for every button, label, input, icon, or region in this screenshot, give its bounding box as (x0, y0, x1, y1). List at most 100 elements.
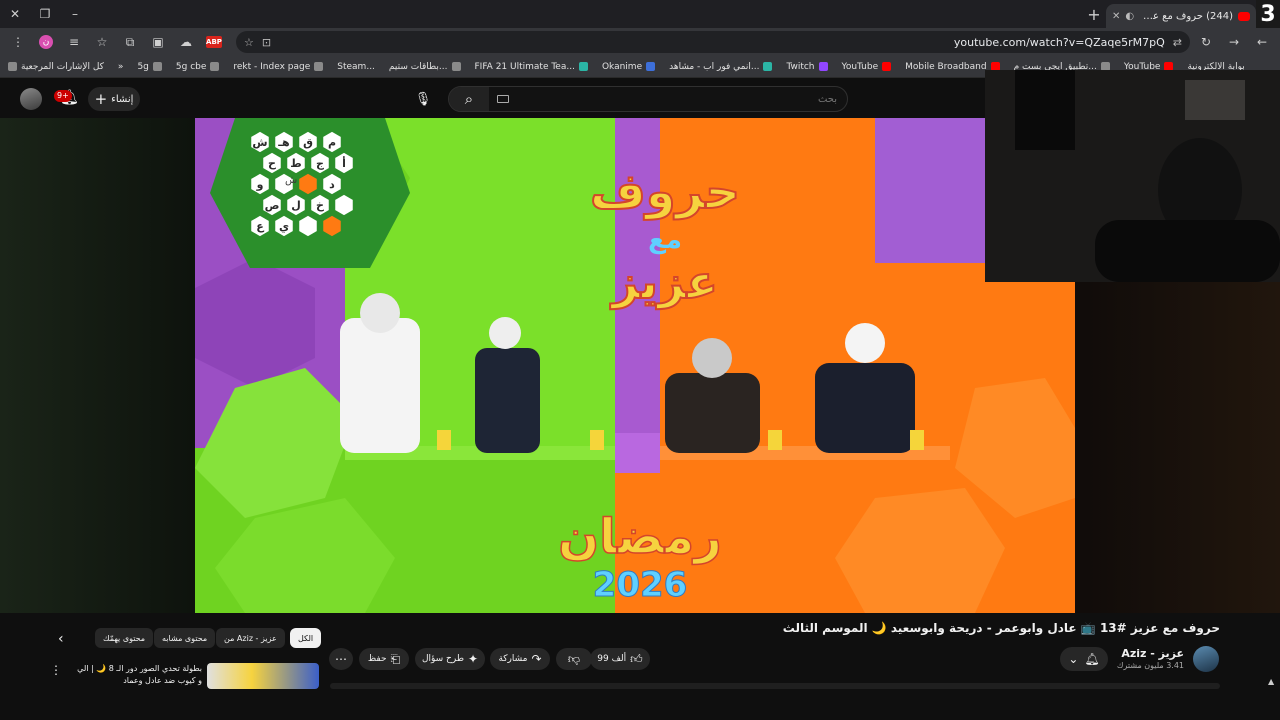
menu-kebab-icon[interactable]: ⋮ (6, 30, 30, 54)
media-icon[interactable]: ◐ (1125, 11, 1134, 22)
close-window-icon[interactable]: ✕ (0, 0, 30, 28)
keyboard-icon[interactable] (497, 95, 509, 103)
board-letter: ص (265, 199, 280, 212)
back-icon[interactable]: ← (1250, 30, 1274, 54)
chip-related[interactable]: محتوى مشابه (154, 628, 216, 648)
restore-window-icon[interactable]: ❐ (30, 0, 60, 28)
bookmark-youtube[interactable]: YouTube (842, 62, 892, 72)
likes-count: 99 ألف (597, 654, 627, 664)
chip-all[interactable]: الكل (290, 628, 322, 648)
extensions-icon[interactable]: ⧉ (118, 30, 142, 54)
bookmark-overflow[interactable]: » (118, 62, 124, 72)
video-player[interactable]: ش هـ ق م ح ط ج أ و د ص ل خ ع ي ش حروف مع عزيز (195, 118, 1075, 613)
address-url[interactable]: youtube.com/watch?v=QZaqe5rM7pQ (279, 36, 1165, 49)
show-logo-line2: مع (648, 225, 682, 255)
board-hex (333, 193, 355, 217)
subscription-bell-button[interactable]: ⌄ 🔔︎ (1060, 647, 1108, 671)
overlay-number: 3 (1256, 0, 1280, 28)
board-letter: خ (316, 199, 324, 212)
board-letter: ي (279, 220, 289, 233)
recommendation-thumbnail[interactable] (207, 663, 319, 689)
notification-count-badge: 9+ (54, 90, 72, 102)
search-box: ⌕ (448, 86, 848, 112)
page-icon (314, 62, 324, 71)
create-button[interactable]: + إنشاء (88, 87, 140, 111)
bookmark-anime[interactable]: انمي فور اب - مشاهد... (669, 62, 773, 72)
chevron-left-icon[interactable]: ‹ (58, 631, 74, 647)
board-letter: ش (252, 136, 267, 149)
chip-for-you[interactable]: محتوى يهمّك (95, 628, 154, 648)
chip-from-channel[interactable]: من Aziz - عزيز (216, 628, 285, 648)
bell-icon: 🔔︎ (1084, 652, 1100, 666)
address-bar[interactable]: ☆ ⊡ youtube.com/watch?v=QZaqe5rM7pQ ⇄ (236, 31, 1190, 53)
sparkle-icon: ✦ (467, 652, 479, 666)
bookmark-rekt[interactable]: rekt - Index page (233, 62, 324, 72)
extension-cloud-icon[interactable]: ☁ (174, 30, 198, 54)
bookmark-twitch[interactable]: Twitch (786, 62, 828, 72)
ramadan-title: رمضان (558, 509, 722, 565)
adblock-icon[interactable]: ABP (202, 30, 226, 54)
show-logo-line1: حروف (590, 164, 740, 220)
cup (437, 430, 451, 450)
bookmark-fifa[interactable]: FIFA 21 Ultimate Tea... (475, 62, 588, 72)
browser-toolbar: ⋮ ن ≡ ☆ ⧉ ▣ ☁ ABP ☆ ⊡ youtube.com/watch?… (0, 28, 1280, 56)
video-frame: ش هـ ق م ح ط ج أ و د ص ل خ ع ي ش حروف مع عزيز (195, 118, 1075, 613)
tab-active[interactable]: ✕ ◐ (244) حروف مع عزيز #13 📺 (1106, 4, 1256, 28)
more-actions-icon[interactable]: ⋯ (329, 648, 353, 670)
recommendation-title[interactable]: بطولة تحدي الصور دور الـ 8 🌙 | الي و كيو… (72, 663, 202, 687)
thumbs-up-icon: 👍︎ (630, 651, 643, 666)
recommendation-menu-icon[interactable]: ⋮ (50, 663, 62, 679)
search-input[interactable] (509, 93, 847, 105)
bookmark-star-icon[interactable]: ☆ (244, 36, 254, 49)
tab-strip: ✕ ❐ – + ✕ ◐ (244) حروف مع عزيز #13 📺 3 (0, 0, 1280, 28)
minimize-window-icon[interactable]: – (60, 0, 90, 28)
fifa-icon (578, 62, 588, 71)
reading-list-icon[interactable]: ≡ (62, 30, 86, 54)
thumbs-down-icon: 👎︎ (567, 651, 581, 666)
bookmark-label: YouTube (841, 61, 879, 72)
board-letter: د (329, 178, 335, 191)
bookmark-label: Steam... (337, 61, 375, 72)
search-button[interactable]: ⌕ (449, 87, 489, 111)
board-hex (297, 172, 319, 196)
screen: ✕ ❐ – + ✕ ◐ (244) حروف مع عزيز #13 📺 3 ⋮… (0, 0, 1280, 720)
description-box[interactable] (330, 683, 1220, 689)
channel-avatar[interactable] (1193, 646, 1219, 672)
ask-button[interactable]: طرح سؤال ✦ (415, 648, 485, 670)
extension-blue-icon[interactable]: ▣ (146, 30, 170, 54)
site-settings-icon[interactable]: ⇄ (1173, 36, 1182, 49)
forward-icon[interactable]: → (1222, 30, 1246, 54)
subscriber-count: 3.41 مليون مشترك (1116, 661, 1184, 670)
bookmark-5g[interactable]: 5g (137, 62, 162, 72)
bookmark-steam[interactable]: Steam... (337, 62, 375, 72)
profile-button[interactable]: ن (34, 30, 58, 54)
ask-label: طرح سؤال (421, 654, 464, 664)
board-letter: ش (285, 175, 297, 186)
channel-name[interactable]: عزيز - Aziz (1121, 647, 1184, 660)
favorites-icon[interactable]: ☆ (90, 30, 114, 54)
install-app-icon[interactable]: ⊡ (262, 36, 271, 49)
ok-icon (646, 62, 656, 71)
board-letter: ج (316, 157, 324, 171)
share-button[interactable]: مشاركة ↷ (490, 648, 550, 670)
scroll-down-icon[interactable]: ▲ (1268, 677, 1274, 686)
dislike-button[interactable]: 👎︎ (556, 648, 592, 670)
letter-hexes: ش هـ ق م ح ط ج أ و د ص ل خ ع ي (249, 130, 355, 238)
board-letter: هـ (277, 136, 289, 149)
save-button[interactable]: حفظ ⎗ (359, 648, 409, 670)
share-icon: ↷ (531, 652, 542, 666)
person-body (1095, 220, 1280, 282)
bookmark-all[interactable]: كل الإشارات المرجعية (8, 62, 104, 72)
new-tab-icon[interactable]: + (1082, 0, 1106, 28)
bookmark-okanime[interactable]: Okanime (602, 62, 656, 72)
voice-search-mic-icon[interactable]: 🎙︎ (410, 86, 436, 112)
video-title: حروف مع عزيز #13 📺 عادل وابوعمر - دريحة … (782, 621, 1220, 635)
like-button[interactable]: 99 ألف 👍︎ (590, 648, 650, 670)
twitch-icon (818, 62, 828, 71)
bookmark-5g-cbe[interactable]: 5g cbe (176, 62, 220, 72)
bookmark-steam-cards[interactable]: بطاقات ستيم... (389, 62, 461, 72)
close-tab-icon[interactable]: ✕ (1112, 11, 1120, 22)
account-avatar[interactable] (20, 88, 42, 110)
create-label: إنشاء (111, 93, 134, 105)
reload-icon[interactable]: ↻ (1194, 30, 1218, 54)
